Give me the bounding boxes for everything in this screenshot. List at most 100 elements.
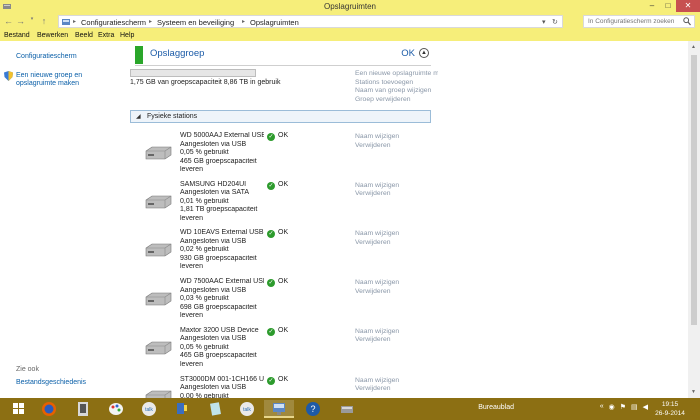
maximize-button[interactable]: □: [660, 0, 676, 12]
search-box[interactable]: [583, 15, 695, 28]
rename-drive-link[interactable]: Naam wijzigen: [355, 328, 399, 337]
left-pane: Configuratiescherm Een nieuwe groep en o…: [0, 41, 125, 398]
control-panel-taskbar-icon[interactable]: [264, 400, 294, 418]
search-input[interactable]: [584, 16, 682, 27]
desktop-toolbar-label[interactable]: Bureaublad: [478, 404, 514, 411]
drive-info: WD 7500AAC External USB...Aangesloten vi…: [180, 278, 264, 321]
menu-bar: Bestand Bewerken Beeld Extra Help: [0, 31, 700, 41]
nav-buttons: ← → ▾ ↑: [4, 16, 48, 26]
drive-row[interactable]: WD 5000AAJ External USB ...Aangesloten v…: [125, 132, 438, 181]
scroll-up-icon[interactable]: ▲: [691, 44, 696, 50]
menu-edit[interactable]: Bewerken: [37, 32, 68, 39]
minimize-button[interactable]: –: [644, 0, 660, 12]
drive-row[interactable]: WD 10EAVS External USB ... Aangesloten vi…: [125, 229, 438, 278]
recent-dropdown-icon[interactable]: ▾: [28, 16, 36, 26]
add-drives-link[interactable]: Stations toevoegen: [355, 79, 438, 88]
rename-drive-link[interactable]: Naam wijzigen: [355, 230, 399, 239]
drive-status-text: OK: [278, 180, 289, 188]
create-pool-link-line2[interactable]: opslagruimte maken: [16, 80, 79, 87]
notes-icon[interactable]: [200, 400, 230, 418]
help-icon[interactable]: ?: [298, 400, 328, 418]
drive-name: Maxtor 3200 USB Device: [180, 326, 259, 334]
flag-tray-icon[interactable]: ⚑: [620, 403, 626, 411]
chess-icon[interactable]: [68, 400, 98, 418]
remove-drive-link[interactable]: Verwijderen: [355, 336, 399, 345]
drive-row[interactable]: Maxtor 3200 USB Device Aangesloten via US…: [125, 327, 438, 376]
breadcrumb-storage-spaces[interactable]: Opslagruimten: [250, 18, 299, 27]
capacity-text: 1,75 GB van groepscapaciteit 8,86 TB in …: [130, 79, 281, 86]
scrollbar-thumb[interactable]: [691, 55, 697, 325]
pool-title: Opslaggroep: [150, 48, 205, 59]
breadcrumb-system-security[interactable]: Systeem en beveiliging: [157, 18, 234, 27]
drive-connection: Aangesloten via SATA: [180, 189, 250, 197]
expand-triangle-icon[interactable]: ◢: [136, 113, 141, 120]
hard-drive-icon: [145, 146, 172, 160]
rename-pool-link[interactable]: Naam van groep wijzigen: [355, 87, 438, 96]
ok-check-icon: ✓: [267, 376, 275, 385]
drive-capacity-line2: leveren: [180, 263, 203, 271]
talk-icon[interactable]: talk: [232, 400, 262, 418]
menu-help[interactable]: Help: [120, 32, 134, 39]
vertical-scrollbar[interactable]: ▲ ▼: [688, 41, 700, 398]
back-arrow-icon[interactable]: ←: [4, 16, 13, 26]
create-pool-link[interactable]: Een nieuwe groep en: [16, 72, 82, 79]
storage-icon[interactable]: [332, 400, 362, 418]
forward-arrow-icon[interactable]: →: [16, 16, 25, 26]
drive-row[interactable]: ST3000DM 001-1CH166 U... Aangesloten via …: [125, 376, 438, 398]
rename-drive-link[interactable]: Naam wijzigen: [355, 133, 399, 142]
main-pane: Opslaggroep OK ▲ 1,75 GB van groepscapac…: [125, 41, 438, 398]
svg-text:talk: talk: [243, 407, 251, 413]
remove-drive-link[interactable]: Verwijderen: [355, 385, 399, 394]
rename-drive-link[interactable]: Naam wijzigen: [355, 377, 399, 386]
paint-icon[interactable]: [101, 400, 131, 418]
ok-check-icon: ✓: [267, 133, 275, 141]
drive-connection: Aangesloten via USB: [180, 384, 247, 391]
start-orb-icon[interactable]: [4, 400, 34, 418]
tray-icons: « ◉ ⚑ ▤ ◀: [600, 403, 648, 411]
clock[interactable]: 19:15 26-9-2014: [652, 400, 688, 418]
remove-drive-link[interactable]: Verwijderen: [355, 288, 399, 297]
volume-icon[interactable]: ◀: [643, 403, 648, 411]
collapse-chevron-icon[interactable]: ▲: [419, 48, 429, 58]
remove-drive-link[interactable]: Verwijderen: [355, 239, 399, 248]
tray-app-icon[interactable]: ◉: [609, 403, 615, 411]
capacity-bar: [130, 69, 256, 77]
close-button[interactable]: ✕: [676, 0, 700, 12]
network-icon[interactable]: ▤: [631, 403, 638, 411]
drive-row[interactable]: SAMSUNG HD204UI Aangesloten via SATA 0,01 …: [125, 181, 438, 230]
physical-drives-header[interactable]: ◢ Fysieke stations: [130, 110, 431, 123]
drive-info: WD 5000AAJ External USB ...Aangesloten v…: [180, 132, 264, 175]
drive-status-text: OK: [278, 278, 289, 286]
delete-pool-link[interactable]: Groep verwijderen: [355, 96, 438, 105]
control-panel-home-link[interactable]: Configuratiescherm: [16, 53, 77, 60]
address-bar[interactable]: ▸ Configuratiescherm ▸ Systeem en beveil…: [58, 15, 563, 28]
menu-view[interactable]: Beeld: [75, 32, 93, 39]
flag-icon[interactable]: [166, 400, 196, 418]
talk-icon[interactable]: talk: [134, 400, 164, 418]
firefox-icon[interactable]: [34, 400, 64, 418]
breadcrumb-separator-icon[interactable]: ▸: [149, 18, 152, 25]
up-arrow-icon[interactable]: ↑: [40, 16, 48, 26]
storage-pool-header: Opslaggroep OK ▲: [135, 46, 431, 64]
menu-tools[interactable]: Extra: [98, 32, 114, 39]
file-history-link[interactable]: Bestandsgeschiedenis: [16, 379, 86, 386]
search-icon[interactable]: [683, 17, 691, 26]
breadcrumb-control-panel[interactable]: Configuratiescherm: [81, 18, 146, 27]
tray-chevron-icon[interactable]: «: [600, 403, 604, 411]
remove-drive-link[interactable]: Verwijderen: [355, 190, 399, 199]
breadcrumb-separator-icon[interactable]: ▸: [242, 18, 245, 25]
drive-actions: Naam wijzigen Verwijderen: [355, 377, 399, 394]
scroll-down-icon[interactable]: ▼: [691, 389, 696, 395]
rename-drive-link[interactable]: Naam wijzigen: [355, 182, 399, 191]
drive-row[interactable]: WD 7500AAC External USB...Aangesloten vi…: [125, 278, 438, 327]
drive-actions: Naam wijzigen Verwijderen: [355, 328, 399, 345]
remove-drive-link[interactable]: Verwijderen: [355, 142, 399, 151]
refresh-icon[interactable]: ↻: [552, 18, 558, 26]
address-dropdown-icon[interactable]: ▾: [542, 18, 546, 26]
clock-time: 19:15: [661, 401, 679, 408]
window-controls: – □ ✕: [644, 0, 700, 12]
rename-drive-link[interactable]: Naam wijzigen: [355, 279, 399, 288]
menu-file[interactable]: Bestand: [4, 32, 30, 39]
drive-usage: 0,02 % gebruikt: [180, 246, 229, 254]
create-space-link[interactable]: Een nieuwe opslagruimte maken: [355, 70, 438, 79]
